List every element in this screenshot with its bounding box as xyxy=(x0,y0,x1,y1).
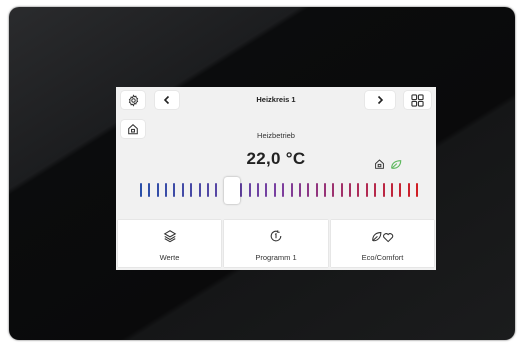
programm-label: Programm 1 xyxy=(255,253,297,262)
thermostat-device: Heizkreis 1 Heizbetrieb 22,0 °C Werte Pr… xyxy=(9,7,515,340)
slider-tick xyxy=(173,183,176,197)
werte-label: Werte xyxy=(159,253,180,262)
slider-tick xyxy=(324,183,326,197)
slider-tick xyxy=(148,183,151,197)
slider-tick xyxy=(282,183,285,197)
slider-tick xyxy=(340,183,343,197)
slider-tick xyxy=(416,183,418,197)
layers-icon xyxy=(163,229,177,243)
slider-tick xyxy=(240,183,243,197)
chevron-right-icon xyxy=(375,95,385,105)
house-icon xyxy=(374,158,385,170)
chevron-left-icon xyxy=(162,95,172,105)
slider-tick xyxy=(265,183,268,197)
temperature-slider-track[interactable] xyxy=(140,183,418,201)
home-mode-button[interactable] xyxy=(121,120,145,138)
gear-icon xyxy=(127,93,140,107)
temperature-value: 22,0 °C xyxy=(246,149,306,168)
slider-tick xyxy=(190,183,193,197)
slider-tick xyxy=(215,183,218,197)
program-clock-icon xyxy=(269,229,283,243)
grid-icon xyxy=(411,93,424,107)
house-icon xyxy=(127,123,139,135)
slider-tick xyxy=(390,183,393,197)
slider-tick xyxy=(365,183,368,197)
slider-tick xyxy=(181,183,184,197)
slider-tick xyxy=(198,183,201,197)
slider-tick xyxy=(257,183,260,197)
slider-tick xyxy=(315,183,318,197)
slider-tick xyxy=(307,183,310,197)
leaf-icon xyxy=(390,159,402,170)
slider-tick xyxy=(357,183,360,197)
next-button[interactable] xyxy=(365,91,395,109)
slider-tick xyxy=(290,183,293,197)
eco-comfort-button[interactable]: Eco/Comfort xyxy=(331,220,434,267)
slider-tick xyxy=(156,183,159,197)
slider-tick xyxy=(374,183,377,197)
slider-tick xyxy=(382,183,385,197)
slider-tick xyxy=(140,183,142,197)
temperature-slider-knob[interactable] xyxy=(224,177,240,204)
thermostat-screen: Heizkreis 1 Heizbetrieb 22,0 °C Werte Pr… xyxy=(116,87,436,270)
slider-tick xyxy=(165,183,168,197)
page-title: Heizkreis 1 xyxy=(256,95,296,104)
slider-tick xyxy=(399,183,402,197)
slider-tick xyxy=(349,183,352,197)
programm-button[interactable]: Programm 1 xyxy=(224,220,328,267)
menu-button[interactable] xyxy=(404,91,431,109)
eco-comfort-label: Eco/Comfort xyxy=(361,253,404,262)
slider-tick xyxy=(298,183,301,197)
settings-button[interactable] xyxy=(121,91,145,109)
slider-tick xyxy=(407,183,410,197)
previous-button[interactable] xyxy=(155,91,179,109)
slider-tick xyxy=(273,183,276,197)
operation-mode-label: Heizbetrieb xyxy=(257,131,295,140)
werte-button[interactable]: Werte xyxy=(118,220,221,267)
slider-tick xyxy=(206,183,209,197)
leaf-heart-icon xyxy=(371,229,395,243)
slider-tick xyxy=(248,183,251,197)
slider-tick xyxy=(332,183,335,197)
